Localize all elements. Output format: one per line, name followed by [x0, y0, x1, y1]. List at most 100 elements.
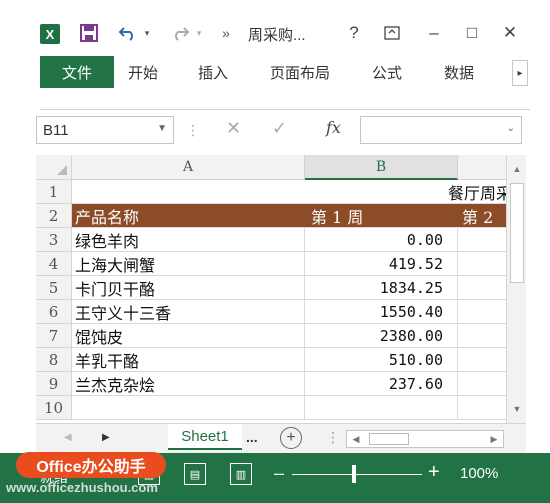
tab-split-grip-icon[interactable]: ⋮: [326, 429, 340, 446]
table-title-cell[interactable]: 餐厅周采购: [305, 180, 506, 204]
table-cell-week1-value[interactable]: 419.52: [305, 252, 458, 276]
maximize-button[interactable]: □: [458, 22, 486, 44]
enter-icon[interactable]: ✓: [272, 118, 287, 139]
close-button[interactable]: ✕: [496, 22, 524, 44]
more-sheets-ellipsis[interactable]: ...: [246, 429, 258, 445]
watermark-url: www.officezhushou.com: [6, 480, 158, 495]
cancel-icon[interactable]: ✕: [226, 118, 241, 139]
horizontal-scroll-thumb[interactable]: [369, 433, 409, 445]
table-cell-week2-value[interactable]: [458, 300, 506, 324]
table-cell-week1-value[interactable]: 0.00: [305, 228, 458, 252]
formula-bar-grip-icon: ⋮: [186, 122, 200, 138]
column-header-c[interactable]: [458, 155, 506, 180]
vertical-scroll-thumb[interactable]: [510, 183, 524, 283]
name-box-value: B11: [43, 121, 69, 139]
sheet-tab-sheet1[interactable]: Sheet1: [168, 424, 242, 450]
table-cell-week1-value[interactable]: 2380.00: [305, 324, 458, 348]
tab-page-layout[interactable]: 页面布局: [270, 56, 330, 88]
table-cell-week1-value[interactable]: 510.00: [305, 348, 458, 372]
header-cell-product-name[interactable]: 产品名称: [72, 204, 305, 228]
undo-icon[interactable]: [116, 22, 140, 44]
cell-a1[interactable]: [72, 180, 305, 204]
minimize-button[interactable]: –: [420, 22, 448, 44]
table-title: 餐厅周采购: [447, 183, 506, 203]
table-cell-product[interactable]: 馄饨皮: [72, 324, 305, 348]
sheet-tab-bar: ◀ ▶ Sheet1 ... + ⋮ ◀ ▶: [36, 423, 526, 453]
table-cell-week2-value[interactable]: [458, 348, 506, 372]
document-title: 周采购...: [248, 27, 306, 44]
row-header[interactable]: 1: [36, 180, 72, 204]
header-cell-week-1[interactable]: 第 1 周: [305, 204, 458, 228]
row-header[interactable]: 4: [36, 252, 72, 276]
table-cell-week1-value[interactable]: 1550.40: [305, 300, 458, 324]
select-all-corner[interactable]: [36, 155, 72, 180]
ribbon-scroll-right-icon[interactable]: ▸: [512, 60, 528, 86]
help-button[interactable]: ?: [340, 22, 368, 44]
row-header[interactable]: 10: [36, 396, 72, 420]
formula-input[interactable]: ⌄: [360, 116, 522, 144]
scroll-right-icon[interactable]: ▶: [487, 432, 501, 446]
cell-a10[interactable]: [72, 396, 305, 420]
chevron-down-icon[interactable]: ▼: [157, 123, 167, 134]
table-cell-week2-value[interactable]: [458, 252, 506, 276]
cell-b10[interactable]: [305, 396, 458, 420]
table-cell-product[interactable]: 羊乳干酪: [72, 348, 305, 372]
sheet-scroll-left-icon[interactable]: ◀: [64, 432, 72, 443]
table-cell-week2-value[interactable]: [458, 372, 506, 396]
table-cell-product[interactable]: 绿色羊肉: [72, 228, 305, 252]
scroll-up-icon[interactable]: ▲: [509, 161, 525, 177]
row-header[interactable]: 7: [36, 324, 72, 348]
formula-bar: B11 ▼ ⋮ ✕ ✓ fx ⌄: [30, 110, 530, 148]
ribbon-collapsed-area: [40, 90, 530, 110]
tab-formulas[interactable]: 公式: [372, 56, 402, 88]
row-header[interactable]: 2: [36, 204, 72, 228]
table-cell-product[interactable]: 上海大闸蟹: [72, 252, 305, 276]
table-cell-week1-value[interactable]: 237.60: [305, 372, 458, 396]
cell-c10[interactable]: [458, 396, 506, 420]
scroll-down-icon[interactable]: ▼: [509, 401, 525, 417]
table-cell-product[interactable]: 兰杰克杂烩: [72, 372, 305, 396]
tab-home[interactable]: 开始: [128, 56, 158, 88]
tab-data[interactable]: 数据: [444, 56, 474, 88]
column-header-a[interactable]: A: [72, 155, 305, 180]
ribbon-display-options-icon[interactable]: [378, 22, 406, 44]
insert-function-icon[interactable]: fx: [326, 118, 341, 137]
redo-dropdown-icon[interactable]: ▾: [194, 22, 204, 44]
undo-dropdown-icon[interactable]: ▾: [142, 22, 152, 44]
table-cell-week1-value[interactable]: 1834.25: [305, 276, 458, 300]
tab-insert[interactable]: 插入: [198, 56, 228, 88]
row-header[interactable]: 5: [36, 276, 72, 300]
row-header[interactable]: 9: [36, 372, 72, 396]
page-layout-view-icon[interactable]: ▤: [184, 463, 206, 485]
save-icon[interactable]: [78, 22, 100, 44]
add-sheet-icon[interactable]: +: [280, 427, 302, 449]
zoom-slider-track[interactable]: [292, 474, 422, 475]
table-cell-week2-value[interactable]: [458, 228, 506, 252]
zoom-in-button[interactable]: +: [428, 461, 440, 484]
ribbon-tabs: 文件 开始 插入 页面布局 公式 数据 ▸: [0, 54, 550, 90]
horizontal-scrollbar[interactable]: ◀ ▶: [346, 430, 504, 448]
table-cell-product[interactable]: 卡门贝干酪: [72, 276, 305, 300]
zoom-slider-thumb[interactable]: [352, 465, 356, 483]
zoom-out-button[interactable]: –: [274, 463, 284, 484]
row-header[interactable]: 8: [36, 348, 72, 372]
file-tab[interactable]: 文件: [40, 56, 114, 88]
watermark-badge: Office办公助手: [16, 452, 166, 478]
table-cell-product[interactable]: 王守义十三香: [72, 300, 305, 324]
header-cell-week-2[interactable]: 第 2: [458, 204, 506, 228]
sheet-scroll-right-icon[interactable]: ▶: [102, 432, 110, 443]
scroll-left-icon[interactable]: ◀: [349, 432, 363, 446]
name-box[interactable]: B11 ▼: [36, 116, 174, 144]
more-commands-icon[interactable]: »: [218, 22, 234, 44]
expand-formula-bar-icon[interactable]: ⌄: [507, 123, 515, 134]
title-bar: X ▾ ▾ » 周采购... ? – □ ✕: [0, 0, 550, 54]
redo-icon[interactable]: [168, 22, 192, 44]
row-header[interactable]: 3: [36, 228, 72, 252]
page-break-preview-icon[interactable]: ▥: [230, 463, 252, 485]
table-cell-week2-value[interactable]: [458, 276, 506, 300]
row-header[interactable]: 6: [36, 300, 72, 324]
column-header-b[interactable]: B: [305, 155, 458, 180]
table-cell-week2-value[interactable]: [458, 324, 506, 348]
vertical-scrollbar[interactable]: ▲ ▼: [506, 155, 526, 423]
zoom-level[interactable]: 100%: [460, 465, 498, 482]
